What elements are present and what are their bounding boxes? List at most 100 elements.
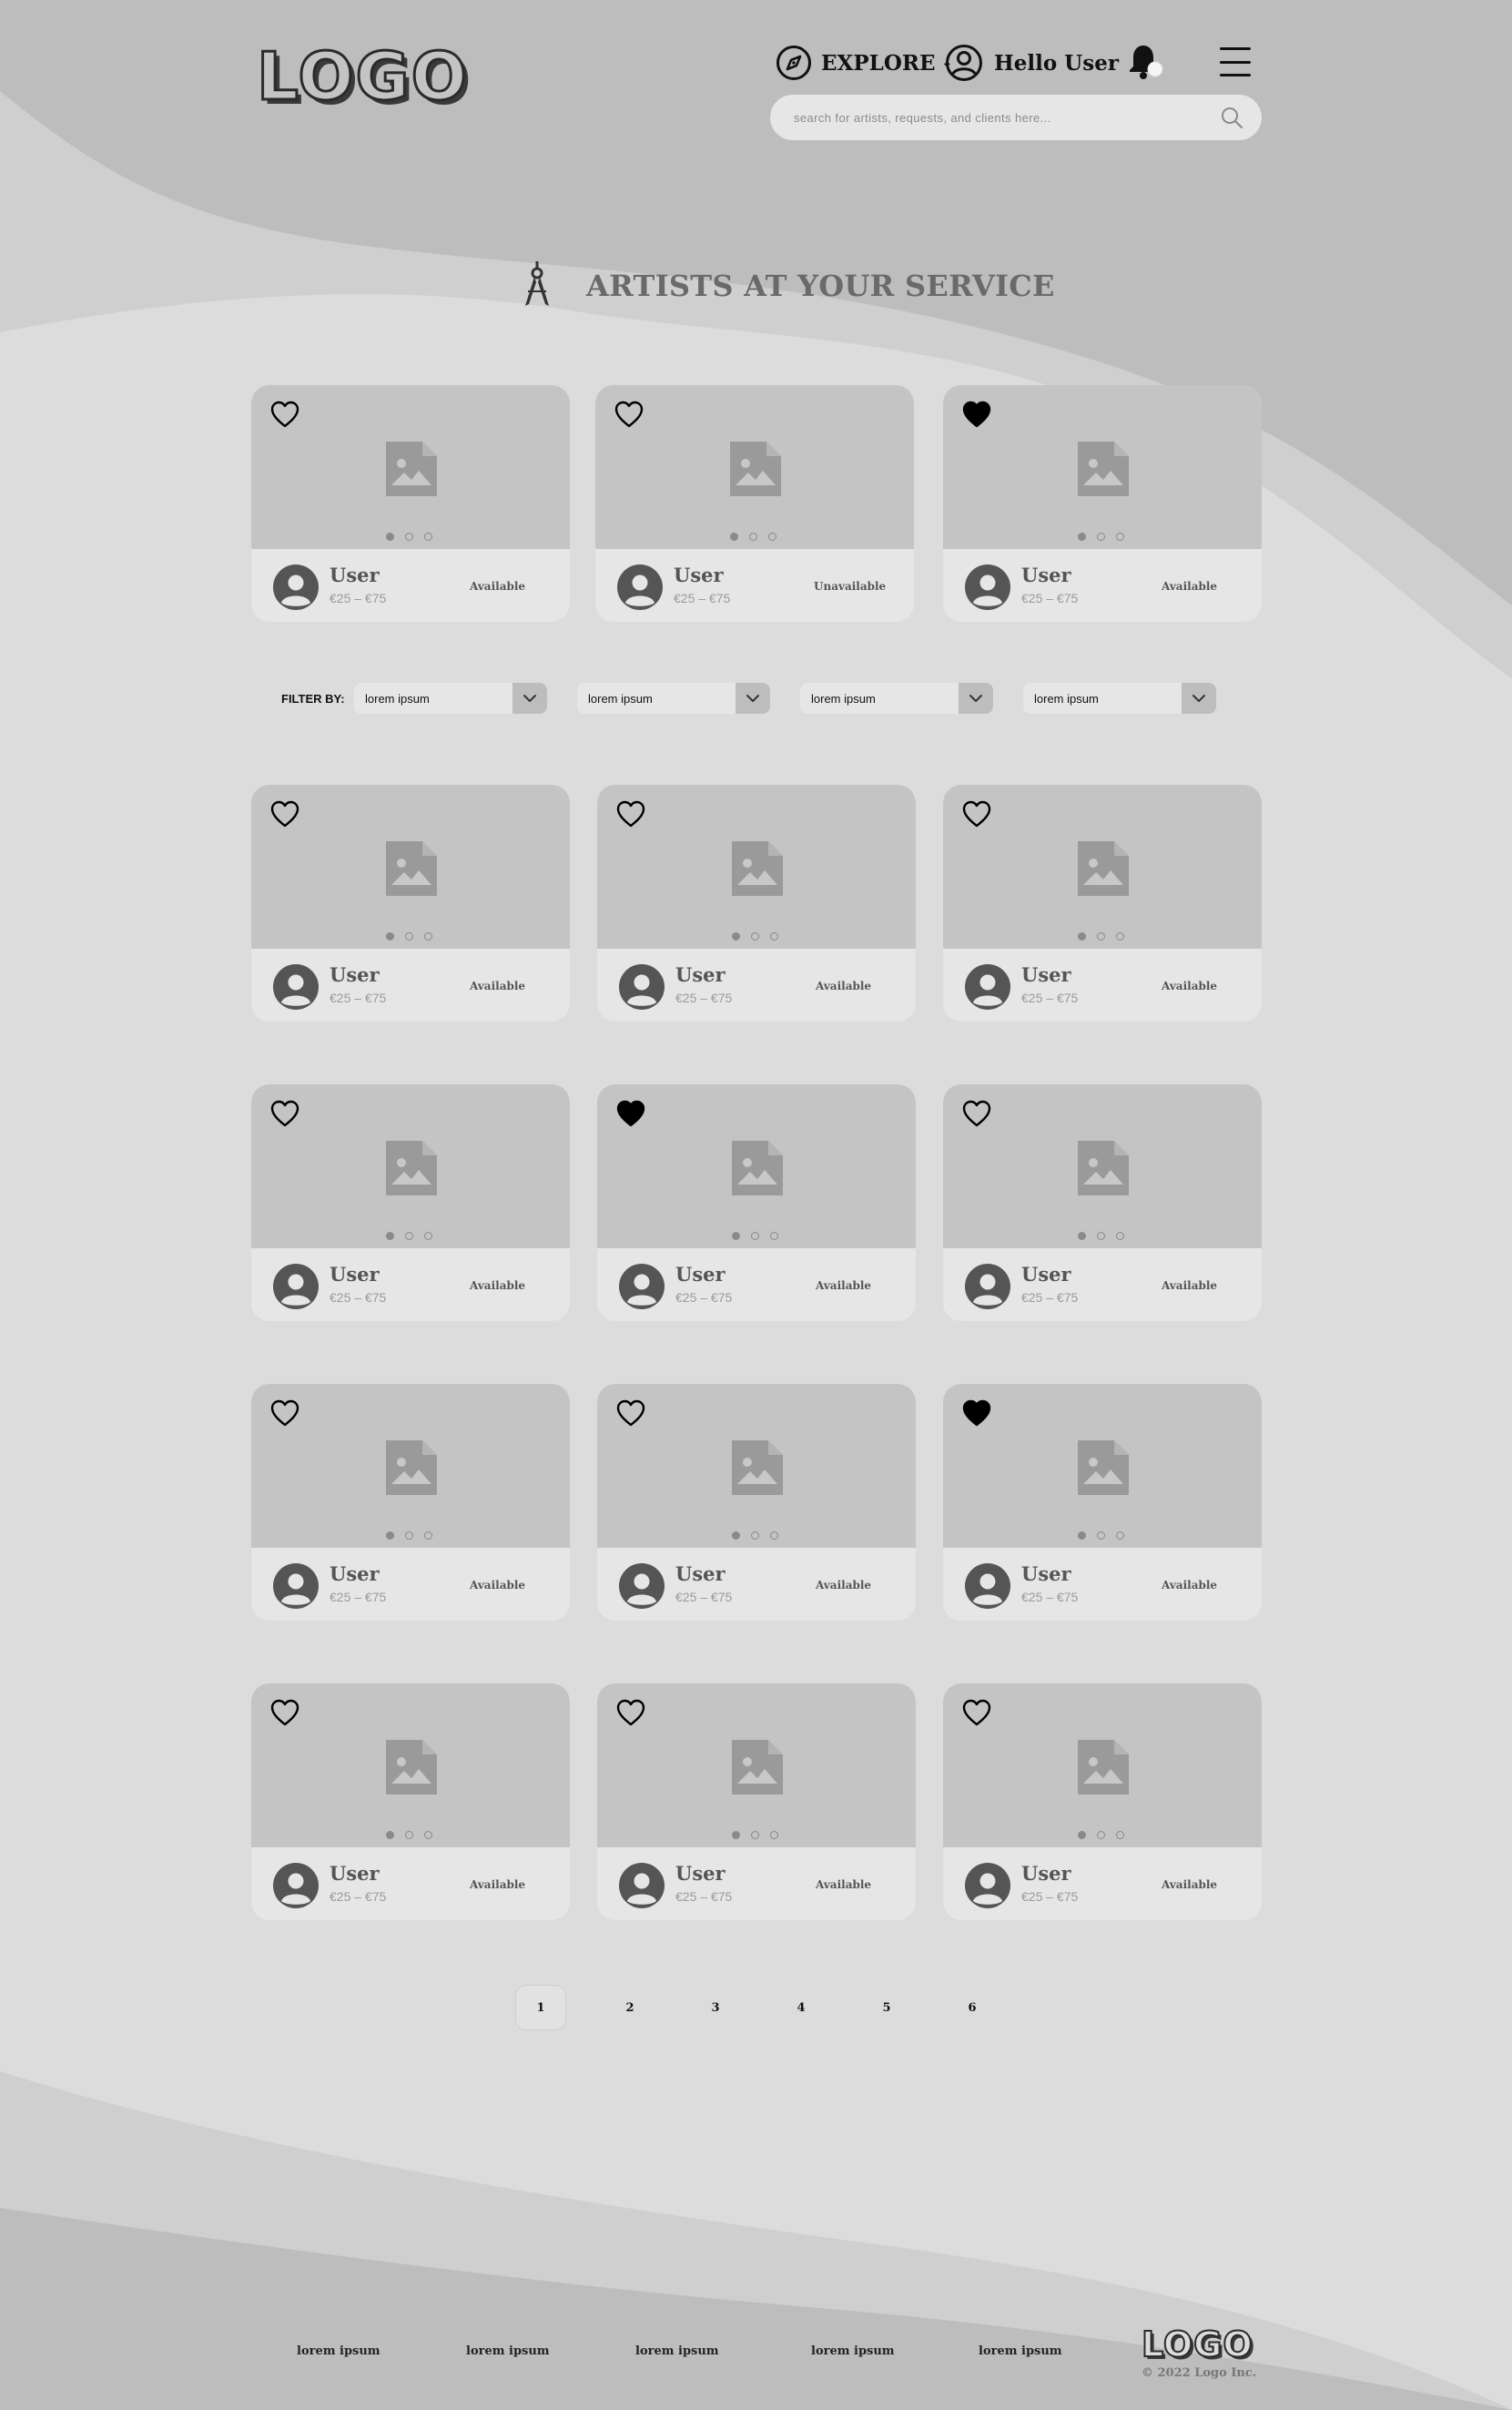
- avatar-icon[interactable]: [273, 1863, 319, 1908]
- card-image[interactable]: [595, 385, 914, 549]
- artist-card[interactable]: User €25 – €75 Available: [943, 1683, 1262, 1920]
- carousel-dot[interactable]: [1078, 1831, 1086, 1839]
- heart-icon[interactable]: [269, 400, 300, 429]
- page-number[interactable]: 2: [604, 1985, 655, 2030]
- header-logo[interactable]: LOGO: [256, 43, 469, 111]
- menu-icon[interactable]: [1220, 47, 1251, 76]
- avatar-icon[interactable]: [965, 564, 1010, 610]
- carousel-dot[interactable]: [732, 1831, 740, 1839]
- carousel-dots[interactable]: [1078, 932, 1124, 941]
- artist-card[interactable]: User €25 – €75 Available: [251, 785, 570, 1022]
- carousel-dot[interactable]: [1116, 1232, 1124, 1240]
- carousel-dot[interactable]: [770, 1232, 778, 1240]
- search-icon[interactable]: [1220, 106, 1243, 129]
- artist-name[interactable]: User: [330, 963, 380, 986]
- heart-icon[interactable]: [269, 799, 300, 829]
- artist-name[interactable]: User: [1021, 1562, 1071, 1585]
- artist-name[interactable]: User: [330, 1862, 380, 1885]
- carousel-dots[interactable]: [1078, 1831, 1124, 1839]
- carousel-dot[interactable]: [1078, 1232, 1086, 1240]
- carousel-dot[interactable]: [424, 1531, 432, 1540]
- avatar-icon[interactable]: [965, 1863, 1010, 1908]
- artist-card[interactable]: User €25 – €75 Available: [251, 385, 570, 622]
- artist-name[interactable]: User: [1021, 963, 1071, 986]
- footer-link[interactable]: lorem ipsum: [635, 2344, 719, 2358]
- carousel-dot[interactable]: [770, 1531, 778, 1540]
- artist-card[interactable]: User €25 – €75 Available: [943, 385, 1262, 622]
- user-menu[interactable]: Hello User: [945, 44, 1119, 82]
- artist-name[interactable]: User: [675, 1862, 726, 1885]
- carousel-dot[interactable]: [424, 533, 432, 541]
- filter-select[interactable]: lorem ipsum: [577, 683, 770, 714]
- page-number[interactable]: 4: [776, 1985, 827, 2030]
- heart-icon[interactable]: [961, 1398, 992, 1428]
- carousel-dot[interactable]: [1116, 1831, 1124, 1839]
- card-image[interactable]: [251, 1384, 570, 1548]
- artist-card[interactable]: User €25 – €75 Unavailable: [595, 385, 914, 622]
- carousel-dot[interactable]: [768, 533, 776, 541]
- artist-name[interactable]: User: [1021, 564, 1071, 586]
- filter-select[interactable]: lorem ipsum: [800, 683, 993, 714]
- artist-card[interactable]: User €25 – €75 Available: [597, 1683, 916, 1920]
- carousel-dot[interactable]: [1097, 932, 1105, 941]
- avatar-icon[interactable]: [273, 1563, 319, 1609]
- carousel-dot[interactable]: [730, 533, 738, 541]
- carousel-dots[interactable]: [732, 1831, 778, 1839]
- card-image[interactable]: [943, 1084, 1262, 1248]
- filter-select[interactable]: lorem ipsum: [354, 683, 547, 714]
- artist-card[interactable]: User €25 – €75 Available: [597, 1384, 916, 1621]
- carousel-dot[interactable]: [732, 1232, 740, 1240]
- avatar-icon[interactable]: [619, 1863, 665, 1908]
- carousel-dot[interactable]: [770, 1831, 778, 1839]
- chevron-down-icon[interactable]: [512, 683, 547, 714]
- card-image[interactable]: [597, 785, 916, 949]
- page-number[interactable]: 3: [690, 1985, 741, 2030]
- carousel-dot[interactable]: [1078, 533, 1086, 541]
- footer-link[interactable]: lorem ipsum: [979, 2344, 1062, 2358]
- avatar-icon[interactable]: [273, 564, 319, 610]
- carousel-dot[interactable]: [386, 932, 394, 941]
- artist-name[interactable]: User: [1021, 1263, 1071, 1286]
- artist-name[interactable]: User: [675, 1263, 726, 1286]
- heart-icon[interactable]: [615, 1698, 646, 1727]
- carousel-dot[interactable]: [751, 932, 759, 941]
- carousel-dot[interactable]: [405, 533, 413, 541]
- carousel-dot[interactable]: [405, 932, 413, 941]
- carousel-dot[interactable]: [386, 533, 394, 541]
- heart-icon[interactable]: [615, 1099, 646, 1128]
- carousel-dot[interactable]: [386, 1531, 394, 1540]
- carousel-dots[interactable]: [732, 1531, 778, 1540]
- artist-card[interactable]: User €25 – €75 Available: [943, 1084, 1262, 1321]
- avatar-icon[interactable]: [965, 964, 1010, 1010]
- search-input[interactable]: [794, 110, 1220, 125]
- heart-icon[interactable]: [614, 400, 644, 429]
- footer-link[interactable]: lorem ipsum: [466, 2344, 550, 2358]
- footer-logo[interactable]: LOGO: [1141, 2326, 1253, 2363]
- card-image[interactable]: [251, 1683, 570, 1847]
- avatar-icon[interactable]: [965, 1264, 1010, 1309]
- heart-icon[interactable]: [961, 1698, 992, 1727]
- avatar-icon[interactable]: [965, 1563, 1010, 1609]
- carousel-dot[interactable]: [1097, 1531, 1105, 1540]
- heart-icon[interactable]: [269, 1698, 300, 1727]
- artist-card[interactable]: User €25 – €75 Available: [251, 1084, 570, 1321]
- carousel-dot[interactable]: [751, 1831, 759, 1839]
- avatar-icon[interactable]: [619, 964, 665, 1010]
- carousel-dot[interactable]: [749, 533, 757, 541]
- artist-name[interactable]: User: [674, 564, 724, 586]
- carousel-dots[interactable]: [730, 533, 776, 541]
- heart-icon[interactable]: [961, 799, 992, 829]
- carousel-dot[interactable]: [732, 932, 740, 941]
- artist-name[interactable]: User: [1021, 1862, 1071, 1885]
- carousel-dot[interactable]: [751, 1232, 759, 1240]
- bell-icon[interactable]: [1125, 42, 1165, 82]
- carousel-dot[interactable]: [386, 1831, 394, 1839]
- carousel-dot[interactable]: [1097, 533, 1105, 541]
- heart-icon[interactable]: [615, 1398, 646, 1428]
- footer-link[interactable]: lorem ipsum: [297, 2344, 381, 2358]
- avatar-icon[interactable]: [273, 1264, 319, 1309]
- artist-name[interactable]: User: [330, 564, 380, 586]
- carousel-dots[interactable]: [732, 932, 778, 941]
- carousel-dot[interactable]: [751, 1531, 759, 1540]
- carousel-dot[interactable]: [732, 1531, 740, 1540]
